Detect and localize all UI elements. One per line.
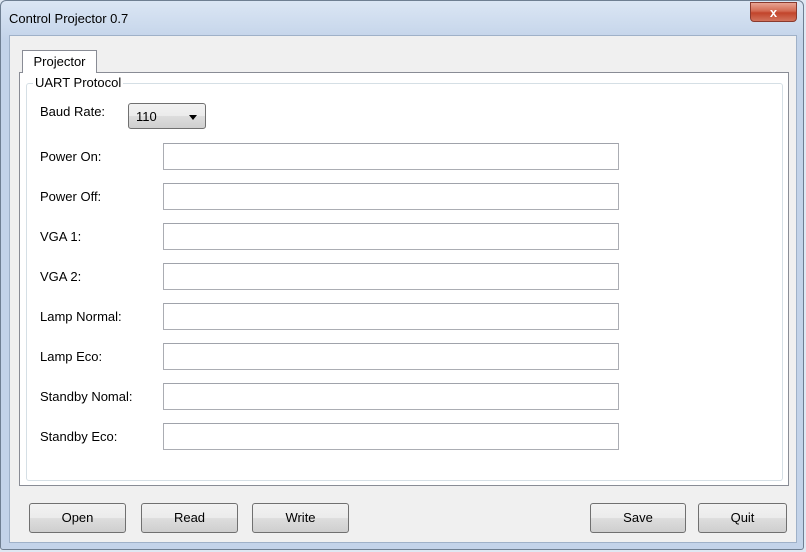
standby-eco-label: Standby Eco: (40, 429, 118, 444)
baud-rate-label: Baud Rate: (40, 104, 106, 119)
vga2-input[interactable] (163, 263, 619, 290)
power-off-input[interactable] (163, 183, 619, 210)
dropdown-arrow-icon (189, 115, 197, 120)
lamp-normal-label: Lamp Normal: (40, 309, 122, 324)
lamp-eco-label: Lamp Eco: (40, 349, 103, 364)
standby-normal-label: Standby Nomal: (40, 389, 133, 404)
lamp-normal-input[interactable] (163, 303, 619, 330)
app-window: Control Projector 0.7 x Projector UART P… (0, 0, 804, 550)
power-on-input[interactable] (163, 143, 619, 170)
power-off-label: Power Off: (40, 189, 102, 204)
close-icon: x (769, 5, 778, 20)
baud-rate-value: 110 (136, 109, 157, 124)
vga1-label: VGA 1: (40, 229, 82, 244)
open-button[interactable]: Open (29, 503, 126, 533)
close-button[interactable]: x (750, 2, 797, 22)
baud-rate-select[interactable]: 110 (128, 103, 206, 129)
tab-panel-projector: UART Protocol Baud Rate: 110 Power On: P… (19, 72, 789, 486)
tab-projector[interactable]: Projector (22, 50, 97, 73)
standby-normal-input[interactable] (163, 383, 619, 410)
title-bar[interactable]: Control Projector 0.7 x (1, 1, 803, 35)
read-button[interactable]: Read (141, 503, 238, 533)
lamp-eco-input[interactable] (163, 343, 619, 370)
vga1-input[interactable] (163, 223, 619, 250)
vga2-label: VGA 2: (40, 269, 82, 284)
quit-button[interactable]: Quit (698, 503, 787, 533)
window-title: Control Projector 0.7 (9, 11, 129, 26)
group-title: UART Protocol (33, 75, 124, 91)
power-on-label: Power On: (40, 149, 102, 164)
uart-protocol-group: UART Protocol Baud Rate: 110 Power On: P… (26, 75, 783, 481)
client-area: Projector UART Protocol Baud Rate: 110 P… (9, 35, 797, 543)
standby-eco-input[interactable] (163, 423, 619, 450)
write-button[interactable]: Write (252, 503, 349, 533)
save-button[interactable]: Save (590, 503, 686, 533)
